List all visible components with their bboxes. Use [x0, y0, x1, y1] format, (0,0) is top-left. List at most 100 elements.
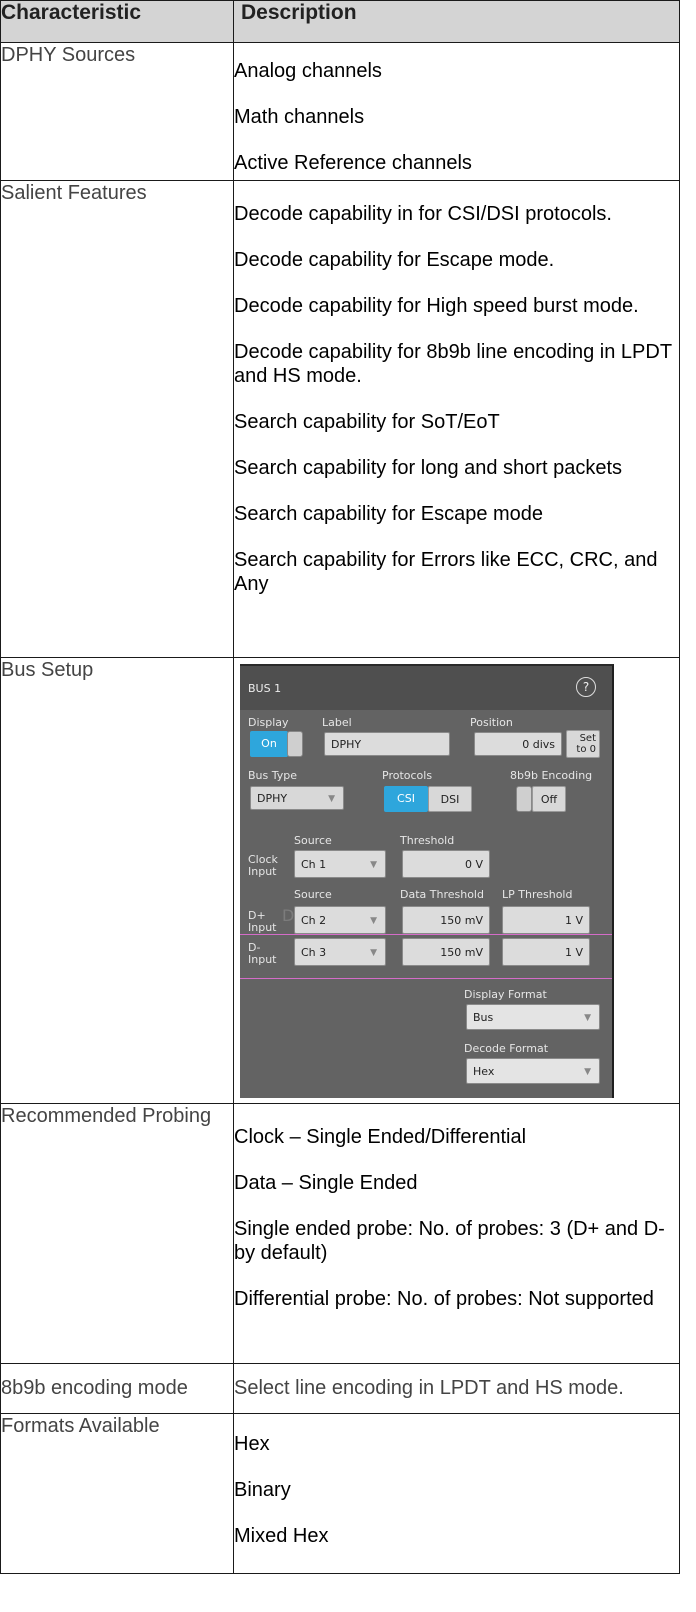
table-row: DPHY Sources Analog channels Math channe… [0, 42, 680, 181]
table-row: 8b9b encoding mode Select line encoding … [0, 1363, 680, 1414]
label-label: Label [322, 716, 352, 729]
description-item: Analog channels [234, 60, 382, 82]
encoding-toggle-knob[interactable] [516, 786, 532, 812]
description-item: Search capability for long and short pac… [234, 457, 622, 479]
display-label: Display [248, 716, 289, 729]
row-description: Hex Binary Mixed Hex [233, 1413, 680, 1574]
protocols-label: Protocols [382, 769, 433, 782]
description-item: Hex [234, 1433, 270, 1455]
header-description: Description [233, 0, 680, 43]
bus-type-value: DPHY [257, 792, 288, 805]
row-label: 8b9b encoding mode [0, 1363, 234, 1414]
protocol-dsi-button[interactable]: DSI [428, 786, 472, 812]
description-item: Search capability for Escape mode [234, 503, 544, 525]
description-item: Clock – Single Ended/Differential [234, 1126, 527, 1148]
dplus-input-label: D+ Input [248, 910, 276, 934]
dminus-input-label: D- Input [248, 942, 276, 966]
lp-threshold-label: LP Threshold [502, 888, 573, 901]
clock-input-line2: Input [248, 865, 277, 878]
bus-type-label: Bus Type [248, 769, 298, 782]
dplus-data-threshold-input[interactable]: 150 mV [402, 906, 490, 934]
dminus-data-threshold-input[interactable]: 150 mV [402, 938, 490, 966]
clock-source-select[interactable]: Ch 1 ▼ [294, 850, 386, 878]
row-label: Formats Available [0, 1413, 234, 1574]
description-item: Search capability for Errors like ECC, C… [234, 549, 658, 595]
row-description: Select line encoding in LPDT and HS mode… [233, 1363, 680, 1414]
row-description: Clock – Single Ended/Differential Data –… [233, 1103, 680, 1364]
table-row: Recommended Probing Clock – Single Ended… [0, 1103, 680, 1364]
trace-marker: D [282, 906, 295, 925]
chevron-down-icon: ▼ [328, 794, 335, 804]
protocol-csi-button[interactable]: CSI [384, 786, 428, 812]
table-row: Salient Features Decode capability in fo… [0, 180, 680, 658]
header-row: Characteristic Description [0, 0, 680, 43]
row-description: BUS 1 ? Display On Label DPHY Position 0… [233, 657, 680, 1104]
description-item: Data – Single Ended [234, 1172, 418, 1194]
panel-titlebar: BUS 1 ? [240, 666, 612, 710]
row-label: Recommended Probing [0, 1103, 234, 1364]
chevron-down-icon: ▼ [370, 916, 377, 926]
position-label: Position [470, 716, 513, 729]
bus-setup-panel: BUS 1 ? Display On Label DPHY Position 0… [240, 664, 614, 1098]
encoding-toggle-off[interactable]: Off [532, 786, 566, 812]
table-row: Formats Available Hex Binary Mixed Hex [0, 1413, 680, 1574]
dminus-source-value: Ch 3 [301, 946, 327, 959]
chevron-down-icon: ▼ [370, 860, 377, 870]
set-to-zero-line1: Set [579, 733, 596, 744]
decode-format-value: Hex [473, 1065, 495, 1078]
display-toggle-on[interactable]: On [250, 731, 288, 757]
data-threshold-label: Data Threshold [400, 888, 484, 901]
dplus-source-value: Ch 2 [301, 914, 327, 927]
question-circle-icon[interactable]: ? [576, 677, 596, 697]
clock-source-label: Source [294, 834, 332, 847]
display-format-select[interactable]: Bus ▼ [466, 1004, 600, 1030]
description-item: Search capability for SoT/EoT [234, 411, 500, 433]
description-item: Select line encoding in LPDT and HS mode… [234, 1377, 624, 1399]
decode-format-label: Decode Format [464, 1042, 549, 1055]
dminus-input-line2: Input [248, 953, 277, 966]
row-label: DPHY Sources [0, 42, 234, 181]
panel-title: BUS 1 [248, 682, 282, 695]
description-item: Binary [234, 1479, 291, 1501]
description-item: Mixed Hex [234, 1525, 329, 1547]
data-source-label: Source [294, 888, 332, 901]
set-to-zero-button[interactable]: Set to 0 [566, 730, 600, 758]
set-to-zero-line2: to 0 [576, 744, 596, 755]
encoding-label: 8b9b Encoding [510, 769, 593, 782]
description-item: Math channels [234, 106, 365, 128]
dplus-lp-threshold-input[interactable]: 1 V [502, 906, 590, 934]
row-label: Bus Setup [0, 657, 234, 1104]
description-item: Decode capability in for CSI/DSI protoco… [234, 203, 612, 225]
dminus-lp-threshold-input[interactable]: 1 V [502, 938, 590, 966]
description-item: Single ended probe: No. of probes: 3 (D+… [234, 1218, 665, 1264]
trace-line [240, 934, 612, 935]
label-input[interactable]: DPHY [324, 732, 450, 756]
description-item: Decode capability for Escape mode. [234, 249, 555, 271]
dplus-input-line2: Input [248, 921, 277, 934]
bus-type-select[interactable]: DPHY ▼ [250, 786, 344, 810]
chevron-down-icon: ▼ [370, 948, 377, 958]
description-item: Differential probe: No. of probes: Not s… [234, 1288, 654, 1310]
decode-format-select[interactable]: Hex ▼ [466, 1058, 600, 1084]
clock-threshold-label: Threshold [400, 834, 455, 847]
clock-threshold-input[interactable]: 0 V [402, 850, 490, 878]
description-item: Decode capability for 8b9b line encoding… [234, 341, 672, 387]
clock-source-value: Ch 1 [301, 858, 327, 871]
header-characteristic: Characteristic [0, 0, 234, 43]
dminus-source-select[interactable]: Ch 3 ▼ [294, 938, 386, 966]
display-format-label: Display Format [464, 988, 547, 1001]
table-row: Bus Setup BUS 1 ? Display On Label DPHY … [0, 657, 680, 1104]
chevron-down-icon: ▼ [584, 1067, 591, 1077]
trace-line [240, 978, 612, 979]
row-description: Analog channels Math channels Active Ref… [233, 42, 680, 181]
chevron-down-icon: ▼ [584, 1013, 591, 1023]
position-input[interactable]: 0 divs [474, 732, 562, 756]
dplus-source-select[interactable]: Ch 2 ▼ [294, 906, 386, 934]
description-item: Active Reference channels [234, 152, 472, 174]
clock-input-label: Clock Input [248, 854, 278, 878]
display-toggle-knob[interactable] [287, 731, 303, 757]
row-description: Decode capability in for CSI/DSI protoco… [233, 180, 680, 658]
spec-table: Characteristic Description DPHY Sources … [0, 0, 680, 1574]
display-format-value: Bus [473, 1011, 494, 1024]
description-item: Decode capability for High speed burst m… [234, 295, 639, 317]
